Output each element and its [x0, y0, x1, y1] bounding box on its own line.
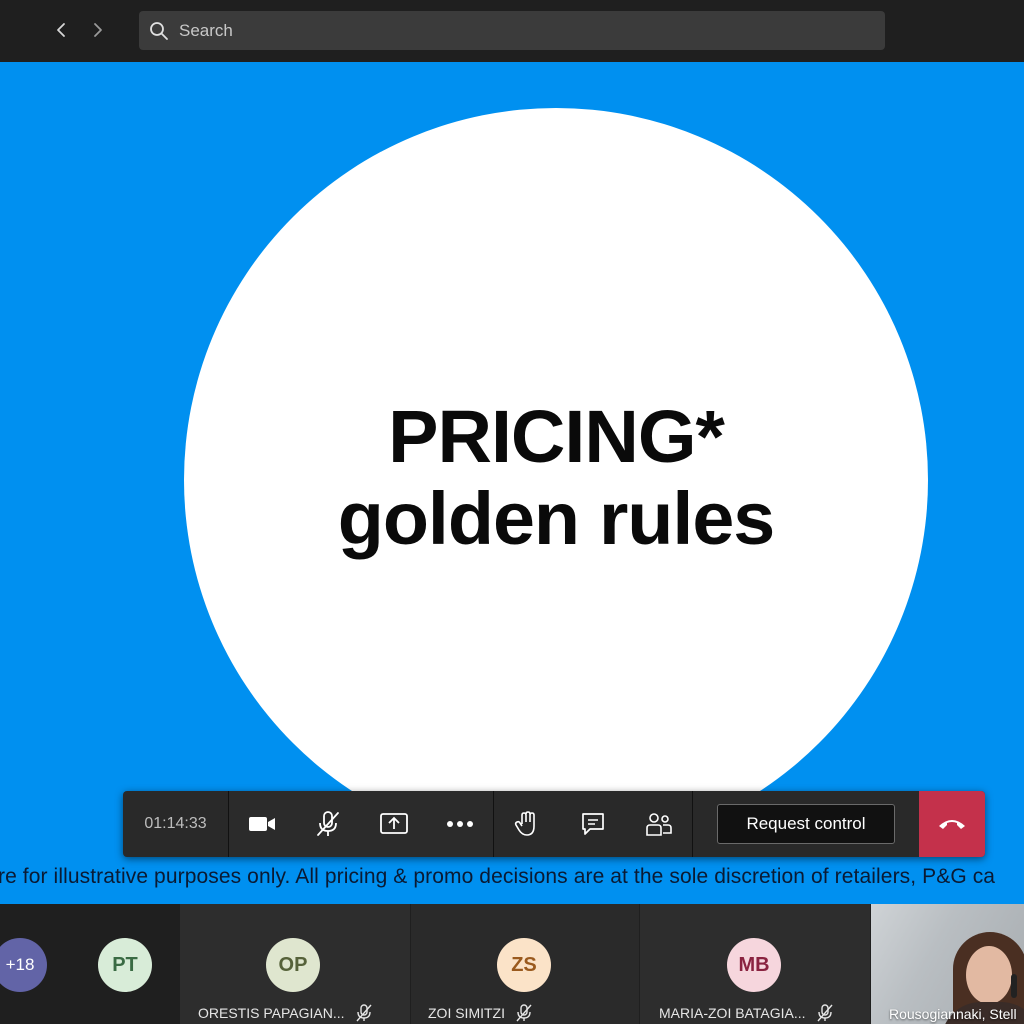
slide-disclaimer: re for illustrative purposes only. All p… — [0, 865, 996, 888]
raise-hand-icon — [514, 811, 535, 836]
mic-off-icon — [355, 1004, 373, 1022]
search-input[interactable] — [177, 19, 861, 42]
shared-screen: PRICING* golden rules re for illustrativ… — [0, 62, 1024, 904]
avatar: OP — [266, 938, 320, 992]
participant-tile[interactable]: +18 PT — [0, 904, 180, 1024]
avatar: MB — [727, 938, 781, 992]
participant-name: Rousogiannaki, Stell — [889, 1006, 1017, 1022]
participant-name-row: MARIA-ZOI BATAGIA... — [659, 1004, 834, 1022]
headset-icon — [1011, 974, 1017, 998]
title-bar — [0, 0, 1024, 62]
participant-video-face — [966, 946, 1012, 1004]
mic-off-icon — [515, 1004, 533, 1022]
phone-hangup-icon — [939, 820, 965, 829]
participant-name-row: ORESTIS PAPAGIAN... — [198, 1004, 373, 1022]
people-icon — [646, 813, 672, 836]
avatar: ZS — [497, 938, 551, 992]
participant-name-row: ZOI SIMITZI — [428, 1004, 533, 1022]
participant-video-tile[interactable]: Rousogiannaki, Stell — [871, 904, 1024, 1024]
chat-button[interactable] — [560, 791, 626, 857]
participant-tile[interactable]: OP ORESTIS PAPAGIAN... — [180, 904, 410, 1024]
more-actions-button[interactable] — [427, 791, 493, 857]
slide-title-line1: PRICING* — [388, 395, 725, 478]
chevron-right-icon — [94, 23, 102, 37]
call-timer: 01:14:33 — [123, 791, 229, 857]
video-camera-icon — [249, 817, 275, 831]
search-icon — [149, 21, 169, 41]
more-dots-icon — [447, 821, 473, 827]
avatar: PT — [98, 938, 152, 992]
mute-button[interactable] — [295, 791, 361, 857]
media-controls — [229, 791, 494, 857]
meeting-controls — [494, 791, 693, 857]
chevron-left-icon — [57, 23, 65, 37]
forward-button[interactable] — [84, 16, 112, 44]
hang-up-button[interactable] — [919, 791, 985, 857]
slide-title: PRICING* golden rules — [177, 396, 936, 560]
participants-button[interactable] — [626, 791, 692, 857]
participant-name: ZOI SIMITZI — [428, 1005, 505, 1021]
share-screen-icon — [380, 813, 408, 834]
participant-name: ORESTIS PAPAGIAN... — [198, 1005, 345, 1021]
mic-off-icon — [317, 811, 339, 836]
search-box[interactable] — [139, 11, 885, 50]
raise-hand-button[interactable] — [494, 791, 560, 857]
chat-icon — [582, 813, 604, 835]
participant-name: MARIA-ZOI BATAGIA... — [659, 1005, 806, 1021]
participant-tile[interactable]: ZS ZOI SIMITZI — [411, 904, 639, 1024]
back-button[interactable] — [47, 16, 75, 44]
mic-off-icon — [816, 1004, 834, 1022]
participants-strip: +18 PT OP ORESTIS PAPAGIAN... ZS ZOI SIM… — [0, 904, 1024, 1024]
slide-title-line2: golden rules — [337, 477, 776, 560]
request-control-button[interactable]: Request control — [717, 804, 895, 844]
participant-tile[interactable]: MB MARIA-ZOI BATAGIA... — [640, 904, 870, 1024]
request-control-area: Request control — [693, 791, 919, 857]
call-controls: 01:14:33 Request control — [123, 791, 985, 857]
more-participants-badge[interactable]: +18 — [0, 938, 47, 992]
camera-button[interactable] — [229, 791, 295, 857]
share-screen-button[interactable] — [361, 791, 427, 857]
